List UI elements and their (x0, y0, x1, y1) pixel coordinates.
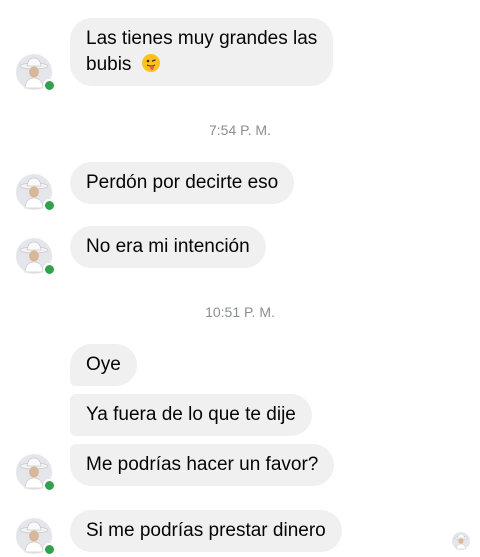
online-status-dot (43, 263, 56, 276)
online-status-dot (43, 543, 56, 556)
sender-avatar[interactable] (16, 454, 56, 492)
online-status-dot (43, 199, 56, 212)
online-status-dot (43, 79, 56, 92)
message-text: No era mi intención (86, 236, 250, 257)
message-bubble[interactable]: Perdón por decirte eso (70, 162, 295, 204)
message-bubble[interactable]: No era mi intención (70, 226, 266, 268)
message-bubble[interactable]: Si me podrías prestar dinero (70, 510, 342, 552)
message-bubble[interactable]: Oye (70, 344, 137, 386)
message-bubble[interactable]: Las tienes muy grandes las bubis (70, 18, 334, 86)
seen-avatar-icon (452, 532, 470, 550)
sender-avatar[interactable] (16, 174, 56, 212)
sender-avatar[interactable] (16, 54, 56, 92)
message-bubble[interactable]: Ya fuera de lo que te dije (70, 394, 312, 436)
message-timestamp: 7:54 P. M. (208, 122, 271, 138)
sender-avatar[interactable] (16, 238, 56, 276)
face-with-tongue-icon (141, 53, 161, 73)
message-timestamp: 10:51 P. M. (205, 304, 275, 320)
message-text: Perdón por decirte eso (86, 172, 279, 193)
message-text: Ya fuera de lo que te dije (86, 404, 296, 425)
online-status-dot (43, 479, 56, 492)
message-text: bubis (86, 54, 132, 75)
message-bubble[interactable]: Me podrías hacer un favor? (70, 444, 335, 486)
message-text-line: Las tienes muy grandes las (86, 28, 318, 49)
message-text: Me podrías hacer un favor? (86, 454, 319, 475)
message-text: Oye (86, 354, 121, 375)
sender-avatar[interactable] (16, 518, 56, 556)
message-text-line: bubis (86, 52, 317, 78)
message-text: Si me podrías prestar dinero (86, 520, 326, 541)
